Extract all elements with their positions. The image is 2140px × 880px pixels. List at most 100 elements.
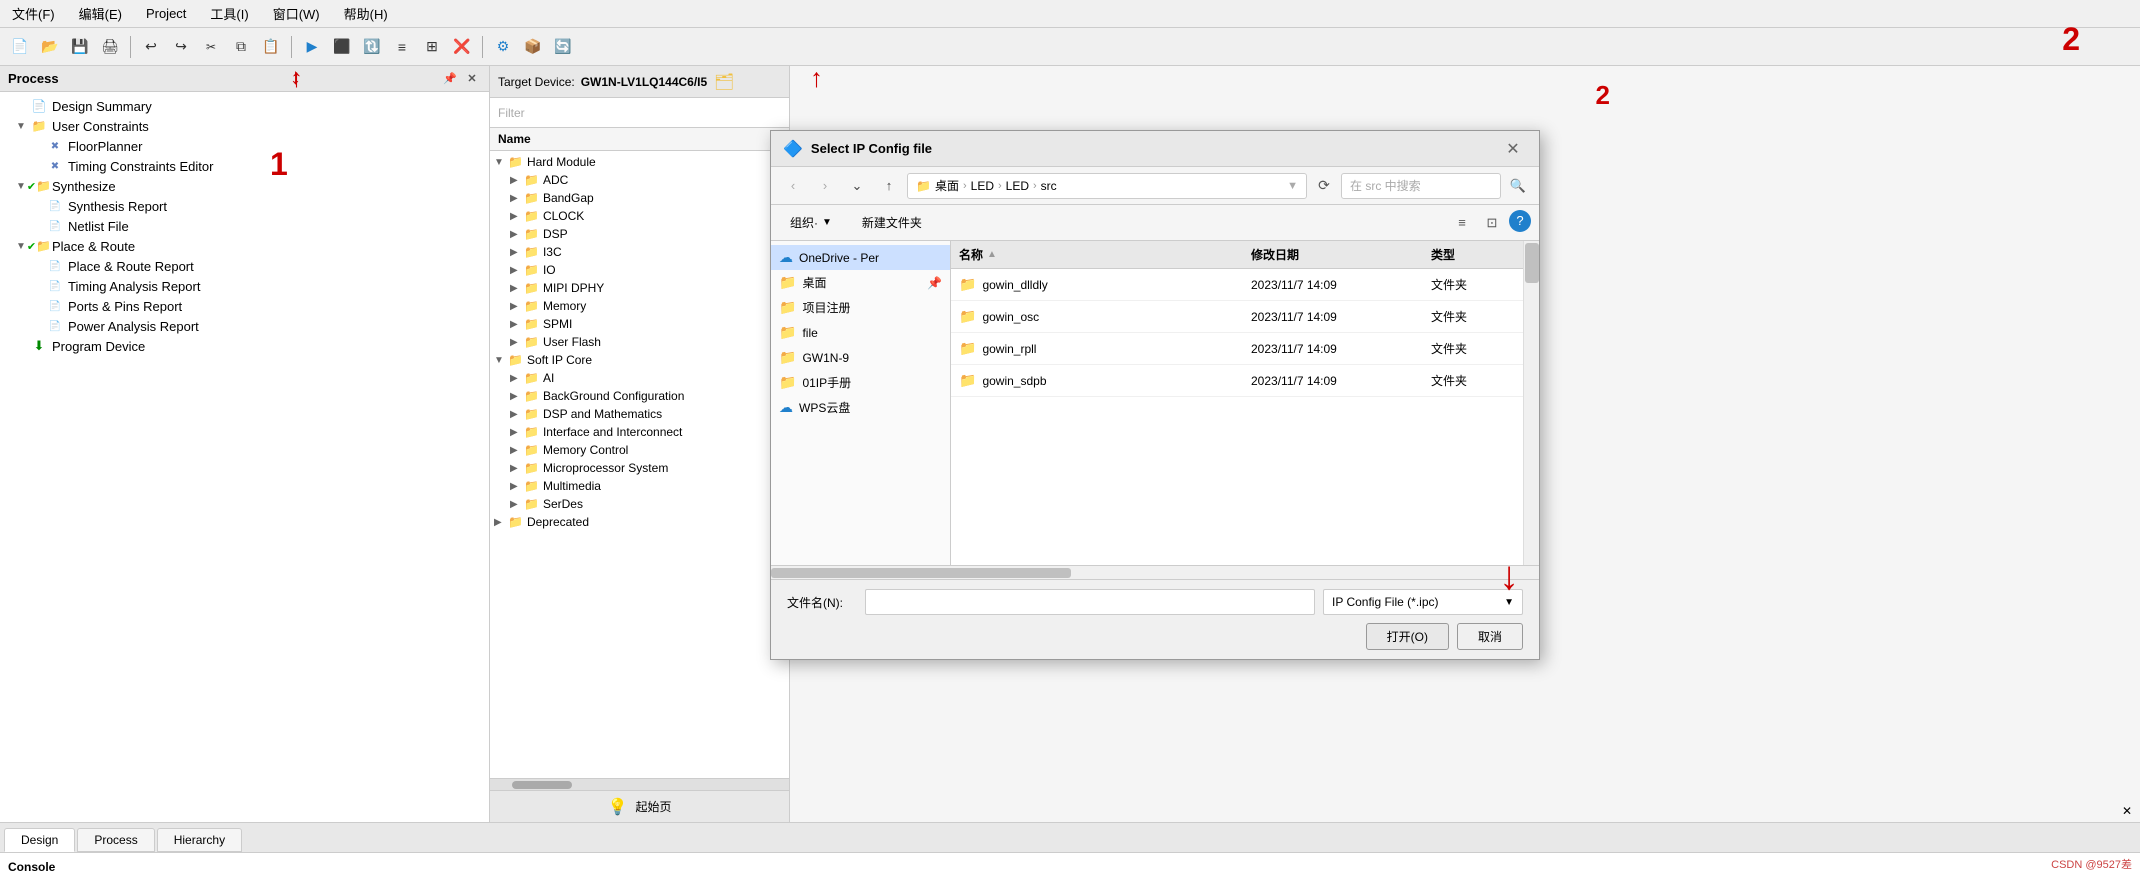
nav-up-btn[interactable]: ↑ xyxy=(875,173,903,199)
copy-btn[interactable]: ⧉ xyxy=(227,33,255,61)
ip-item-interface[interactable]: ▶ 📁 Interface and Interconnect xyxy=(490,423,789,441)
organize-btn[interactable]: 组织· ▼ xyxy=(779,210,843,235)
ip-item-clock[interactable]: ▶ 📁 CLOCK xyxy=(490,207,789,225)
new-folder-btn[interactable]: 新建文件夹 xyxy=(851,210,933,235)
col-header-type[interactable]: 类型 xyxy=(1423,246,1523,263)
ip-item-soft-ip-core[interactable]: ▼ 📁 Soft IP Core xyxy=(490,351,789,369)
leftnav-project-reg[interactable]: 📁 项目注册 xyxy=(771,295,950,320)
ip-item-serdes[interactable]: ▶ 📁 SerDes xyxy=(490,495,789,513)
ip2-btn[interactable]: 📦 xyxy=(519,33,547,61)
new-file-btn[interactable]: 📄 xyxy=(6,33,34,61)
menu-edit[interactable]: 编辑(E) xyxy=(75,2,126,25)
nav-down-btn[interactable]: ⌄ xyxy=(843,173,871,199)
panel-close-btn[interactable]: ✕ xyxy=(463,70,481,88)
tree-item-timing-constraints[interactable]: ✖ Timing Constraints Editor xyxy=(0,156,489,176)
ip-item-adc[interactable]: ▶ 📁 ADC xyxy=(490,171,789,189)
delete-btn[interactable]: ❌ xyxy=(448,33,476,61)
tab-design[interactable]: Design xyxy=(4,828,75,852)
ip-item-memory-control[interactable]: ▶ 📁 Memory Control xyxy=(490,441,789,459)
ip-scrollbar-thumb[interactable] xyxy=(512,781,572,789)
breadcrumb-desktop[interactable]: 桌面 xyxy=(935,177,959,194)
tab-hierarchy[interactable]: Hierarchy xyxy=(157,828,242,852)
breadcrumb-led1[interactable]: LED xyxy=(971,179,994,193)
tree-item-floorplanner[interactable]: ✖ FloorPlanner xyxy=(0,136,489,156)
ip-item-background-config[interactable]: ▶ 📁 BackGround Configuration xyxy=(490,387,789,405)
print-btn[interactable]: 🖨 xyxy=(96,33,124,61)
tree-item-user-constraints[interactable]: ▼ 📁 User Constraints xyxy=(0,116,489,136)
ip-item-microprocessor[interactable]: ▶ 📁 Microprocessor System xyxy=(490,459,789,477)
tree-item-ports-pins[interactable]: 📄 Ports & Pins Report xyxy=(0,296,489,316)
nav-back-btn[interactable]: ‹ xyxy=(779,173,807,199)
ip-item-spmi[interactable]: ▶ 📁 SPMI xyxy=(490,315,789,333)
dialog-scroll-track[interactable] xyxy=(1523,241,1539,565)
ip-item-mipi[interactable]: ▶ 📁 MIPI DPHY xyxy=(490,279,789,297)
list-view-icon-btn[interactable]: ≡ xyxy=(1449,210,1475,236)
leftnav-wps[interactable]: ☁ WPS云盘 xyxy=(771,395,950,420)
ip-item-deprecated[interactable]: ▶ 📁 Deprecated xyxy=(490,513,789,531)
open-btn[interactable]: 打开(O) xyxy=(1366,623,1449,650)
refresh-all-btn[interactable]: 🔃 xyxy=(358,33,386,61)
leftnav-gw1n9[interactable]: 📁 GW1N-9 xyxy=(771,345,950,370)
ip-item-memory[interactable]: ▶ 📁 Memory xyxy=(490,297,789,315)
cut-btn[interactable]: ✂ xyxy=(197,33,225,61)
tree-item-netlist[interactable]: 📄 Netlist File xyxy=(0,216,489,236)
search-icon[interactable]: 🔍 xyxy=(1505,173,1531,199)
nav-forward-btn[interactable]: › xyxy=(811,173,839,199)
ip-item-ai[interactable]: ▶ 📁 AI xyxy=(490,369,789,387)
tree-item-place-route-report[interactable]: 📄 Place & Route Report xyxy=(0,256,489,276)
ip-item-i3c[interactable]: ▶ 📁 I3C xyxy=(490,243,789,261)
file-row-gowin-sdpb[interactable]: 📁 gowin_sdpb 2023/11/7 14:09 文件夹 xyxy=(951,365,1523,397)
cancel-btn[interactable]: 取消 xyxy=(1457,623,1523,650)
help-icon-btn[interactable]: ? xyxy=(1509,210,1531,232)
ip-close-btn[interactable]: ✕ xyxy=(2122,804,2132,818)
filetype-select[interactable]: IP Config File (*.ipc) ▼ xyxy=(1323,589,1523,615)
dialog-hscrollbar[interactable] xyxy=(771,565,1539,579)
menu-help[interactable]: 帮助(H) xyxy=(340,2,392,25)
details-view-icon-btn[interactable]: ⊡ xyxy=(1479,210,1505,236)
tree-item-synthesis-report[interactable]: 📄 Synthesis Report xyxy=(0,196,489,216)
ip-scrollbar[interactable] xyxy=(490,778,789,790)
save-btn[interactable]: 💾 xyxy=(66,33,94,61)
leftnav-file[interactable]: 📁 file xyxy=(771,320,950,345)
undo-btn[interactable]: ↩ xyxy=(137,33,165,61)
ip-item-bandgap[interactable]: ▶ 📁 BandGap xyxy=(490,189,789,207)
ip-btn[interactable]: ⚙ xyxy=(489,33,517,61)
list-view-btn[interactable]: ≡ xyxy=(388,33,416,61)
ip-item-multimedia[interactable]: ▶ 📁 Multimedia xyxy=(490,477,789,495)
filename-input[interactable] xyxy=(865,589,1315,615)
tree-item-place-route[interactable]: ▼ ✔ 📁 Place & Route xyxy=(0,236,489,256)
tree-item-timing-analysis[interactable]: 📄 Timing Analysis Report xyxy=(0,276,489,296)
tree-item-power-analysis[interactable]: 📄 Power Analysis Report xyxy=(0,316,489,336)
nav-refresh-btn[interactable]: ⟳ xyxy=(1311,173,1337,199)
tree-item-program-device[interactable]: ⬇ Program Device xyxy=(0,336,489,356)
ip-item-user-flash[interactable]: ▶ 📁 User Flash xyxy=(490,333,789,351)
tab-process[interactable]: Process xyxy=(77,828,154,852)
paste-btn[interactable]: 📋 xyxy=(257,33,285,61)
open-file-btn[interactable]: 📂 xyxy=(36,33,64,61)
ip-item-dsp[interactable]: ▶ 📁 DSP xyxy=(490,225,789,243)
tree-item-synthesize[interactable]: ▼ ✔ 📁 Synthesize xyxy=(0,176,489,196)
file-row-gowin-rpll[interactable]: 📁 gowin_rpll 2023/11/7 14:09 文件夹 xyxy=(951,333,1523,365)
ip-item-io[interactable]: ▶ 📁 IO xyxy=(490,261,789,279)
stop-btn[interactable]: ⬛ xyxy=(328,33,356,61)
menu-project[interactable]: Project xyxy=(142,4,190,23)
leftnav-onedrive[interactable]: ☁ OneDrive - Per xyxy=(771,245,950,270)
refresh2-btn[interactable]: 🔄 xyxy=(549,33,577,61)
file-row-gowin-osc[interactable]: 📁 gowin_osc 2023/11/7 14:09 文件夹 xyxy=(951,301,1523,333)
redo-btn[interactable]: ↪ xyxy=(167,33,195,61)
dialog-hscrollbar-thumb[interactable] xyxy=(771,568,1071,578)
tree-item-design-summary[interactable]: 📄 Design Summary xyxy=(0,96,489,116)
leftnav-ip-manual[interactable]: 📁 01IP手册 xyxy=(771,370,950,395)
dialog-scrollbar-thumb[interactable] xyxy=(1525,243,1539,283)
menu-file[interactable]: 文件(F) xyxy=(8,2,59,25)
ip-item-dsp-math[interactable]: ▶ 📁 DSP and Mathematics xyxy=(490,405,789,423)
breadcrumb-dropdown-icon[interactable]: ▼ xyxy=(1287,180,1298,192)
menu-window[interactable]: 窗口(W) xyxy=(269,2,324,25)
col-header-date[interactable]: 修改日期 xyxy=(1243,246,1423,263)
file-row-gowin-dlldly[interactable]: 📁 gowin_dlldly 2023/11/7 14:09 文件夹 xyxy=(951,269,1523,301)
breadcrumb-led2[interactable]: LED xyxy=(1006,179,1029,193)
grid-view-btn[interactable]: ⊞ xyxy=(418,33,446,61)
device-folder-btn[interactable]: 🗂 xyxy=(713,71,735,93)
col-header-name[interactable]: 名称 ▲ xyxy=(951,246,1243,263)
ip-item-hard-module[interactable]: ▼ 📁 Hard Module xyxy=(490,153,789,171)
